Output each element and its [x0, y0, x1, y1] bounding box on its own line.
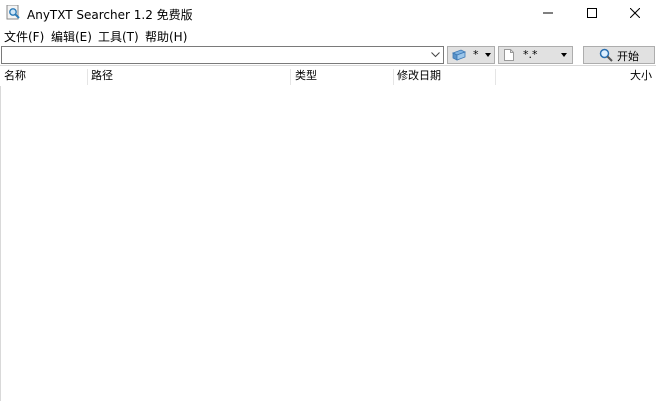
chevron-down-icon	[430, 52, 440, 58]
minimize-button[interactable]	[525, 0, 571, 26]
start-search-button[interactable]: 开始	[583, 46, 655, 64]
results-header: 名称 路径 类型 修改日期 大小	[0, 66, 656, 86]
results-list[interactable]: 名称 路径 类型 修改日期 大小	[0, 65, 656, 401]
close-icon	[630, 8, 640, 18]
menu-edit[interactable]: 编辑(E)	[51, 28, 92, 45]
drive-filter-dropdown[interactable]: *	[447, 46, 495, 64]
column-divider[interactable]	[290, 69, 291, 85]
maximize-button[interactable]	[569, 0, 615, 26]
search-input[interactable]	[4, 47, 424, 63]
maximize-icon	[587, 8, 597, 18]
file-type-filter-dropdown[interactable]: *.*	[498, 46, 573, 64]
list-border	[0, 66, 1, 401]
drive-filter-value: *	[473, 48, 479, 61]
column-divider[interactable]	[495, 69, 496, 85]
menu-help[interactable]: 帮助(H)	[145, 28, 187, 45]
search-toolbar: * *.* 开始	[0, 45, 656, 65]
caret-down-icon	[561, 53, 567, 57]
close-button[interactable]	[612, 0, 656, 26]
search-icon	[599, 48, 613, 65]
caret-down-icon	[485, 53, 491, 57]
column-header-type[interactable]: 类型	[295, 66, 317, 86]
column-header-size[interactable]: 大小	[630, 66, 652, 86]
title-bar: AnyTXT Searcher 1.2 免费版	[0, 0, 656, 26]
window-title: AnyTXT Searcher 1.2 免费版	[27, 8, 193, 22]
app-magnifier-icon	[6, 4, 21, 20]
document-icon	[504, 49, 514, 64]
start-search-label: 开始	[617, 50, 639, 63]
file-type-filter-value: *.*	[523, 48, 538, 61]
minimize-icon	[543, 12, 553, 14]
search-combobox[interactable]	[1, 46, 444, 64]
menu-bar: 文件(F) 编辑(E) 工具(T) 帮助(H)	[0, 26, 656, 45]
drive-icon	[452, 49, 466, 64]
column-header-modified[interactable]: 修改日期	[397, 66, 441, 86]
menu-tools[interactable]: 工具(T)	[98, 28, 139, 45]
column-header-path[interactable]: 路径	[91, 66, 113, 86]
column-divider[interactable]	[87, 69, 88, 85]
search-history-dropdown[interactable]	[428, 47, 442, 63]
menu-file[interactable]: 文件(F)	[4, 28, 44, 45]
column-header-name[interactable]: 名称	[4, 66, 26, 86]
column-divider[interactable]	[393, 69, 394, 85]
